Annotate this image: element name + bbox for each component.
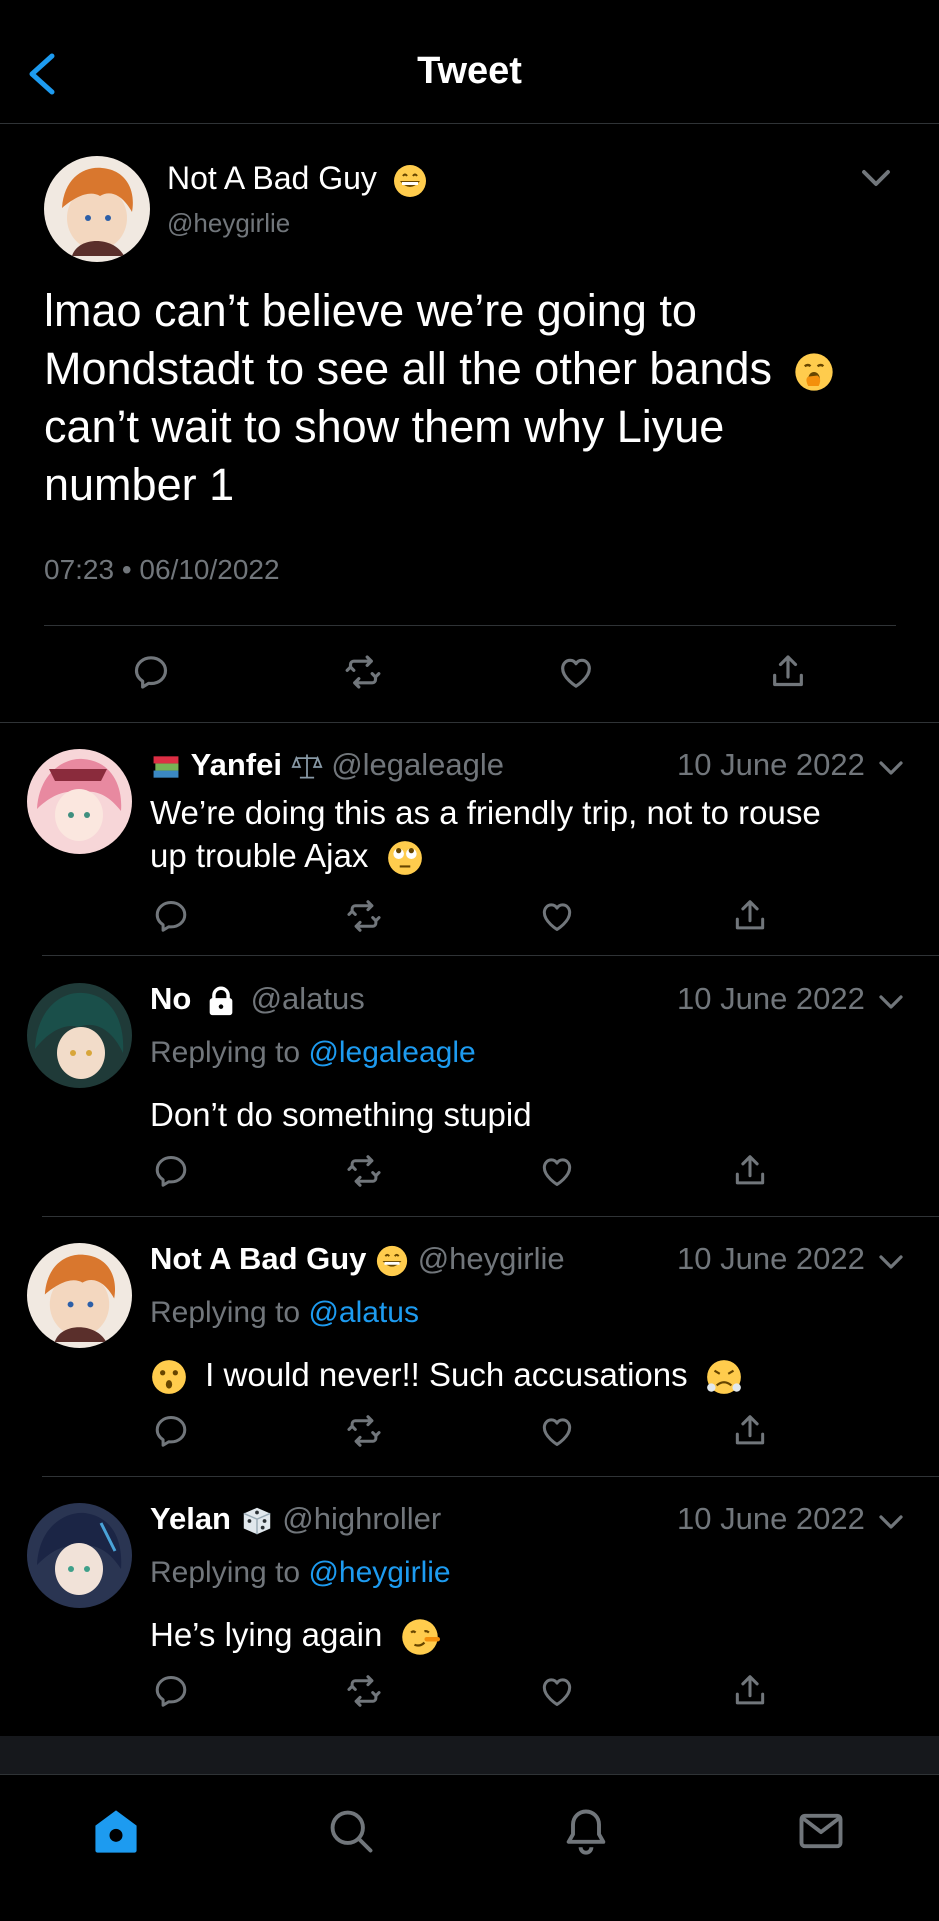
bell-icon[interactable] [560,1805,612,1857]
reply-text: I would never!! Such accusations [150,1353,910,1396]
reply-date: 10 June 2022 [677,1501,865,1536]
tweet-text: lmao can’t believe we’re going to Mondst… [44,282,904,514]
reply-meta: Not A Bad Guy @heygirlie [150,1241,565,1278]
reply-icon[interactable] [131,652,171,692]
mention-link[interactable]: @alatus [308,1296,419,1329]
replying-to: Replying to @legaleagle [150,1036,476,1069]
author-handle[interactable]: @legaleagle [331,747,504,782]
eye-roll-emoji-icon [387,841,422,876]
lying-face-emoji-icon [401,1619,440,1656]
yawn-emoji-icon [794,353,833,391]
avatar[interactable] [44,156,150,262]
reply-text: We’re doing this as a friendly trip, not… [150,791,910,877]
reply-meta: Yanfei @legaleagle [150,747,504,783]
avatar[interactable] [27,983,132,1088]
mention-link[interactable]: @legaleagle [308,1036,475,1069]
retweet-icon[interactable] [345,1412,385,1452]
top-bar: Tweet [0,0,939,124]
share-icon[interactable] [768,652,808,692]
divider [42,955,939,956]
scales-emoji-icon [291,754,323,779]
chevron-down-icon[interactable] [876,987,906,1022]
reply-icon[interactable] [152,1412,192,1452]
share-icon[interactable] [731,1412,771,1452]
author-name[interactable]: Not A Bad Guy [150,1241,366,1276]
author-handle[interactable]: @heygirlie [418,1241,565,1276]
divider [44,625,896,626]
share-icon[interactable] [731,897,771,937]
reply-tweet[interactable]: Yelan @highroller 10 June 2022 Replying … [0,1477,939,1736]
replying-to: Replying to @alatus [150,1296,419,1329]
lock-icon [209,986,233,1015]
reply-date: 10 June 2022 [677,747,865,782]
avatar[interactable] [27,1503,132,1608]
reply-date: 10 June 2022 [677,981,865,1016]
author-name[interactable]: Yanfei [191,747,282,782]
page-title: Tweet [417,50,522,92]
reply-tweet[interactable]: Yanfei @legaleagle 10 June 2022 We’re do… [0,723,939,956]
mention-link[interactable]: @heygirlie [308,1556,450,1589]
author-name[interactable]: Not A Bad Guy [167,160,428,199]
retweet-icon[interactable] [345,1152,385,1192]
like-icon[interactable] [538,897,578,937]
reply-tweet[interactable]: No @alatus 10 June 2022 Replying to @leg… [0,957,939,1217]
retweet-icon[interactable] [345,1672,385,1712]
grin-emoji-icon [376,1245,408,1276]
reply-meta: Yelan @highroller [150,1501,441,1538]
books-emoji-icon [153,756,179,778]
hushed-emoji-icon [152,1360,186,1395]
dice-emoji-icon [243,1507,271,1535]
like-icon[interactable] [538,1412,578,1452]
retweet-icon[interactable] [345,897,385,937]
main-tweet: Not A Bad Guy @heygirlie lmao can’t beli… [0,124,939,723]
author-handle[interactable]: @heygirlie [167,208,290,239]
chevron-down-icon[interactable] [876,753,906,788]
reply-tweet[interactable]: Not A Bad Guy @heygirlie 10 June 2022 Re… [0,1217,939,1477]
reply-icon[interactable] [152,897,192,937]
chevron-down-icon[interactable] [858,160,894,201]
like-icon[interactable] [538,1152,578,1192]
reply-text: He’s lying again [150,1613,910,1657]
retweet-icon[interactable] [343,652,383,692]
avatar[interactable] [27,749,132,854]
share-icon[interactable] [731,1672,771,1712]
reply-meta: No @alatus [150,981,365,1018]
bottom-tab-bar [0,1774,939,1921]
author-handle[interactable]: @highroller [282,1501,441,1536]
chevron-down-icon[interactable] [876,1507,906,1542]
reply-icon[interactable] [152,1152,192,1192]
footer-gap [0,1736,939,1774]
author-name[interactable]: Yelan [150,1501,231,1536]
author-name[interactable]: No [150,981,191,1016]
like-icon[interactable] [556,652,596,692]
triumph-emoji-icon [706,1360,741,1395]
reply-date: 10 June 2022 [677,1241,865,1276]
avatar[interactable] [27,1243,132,1348]
search-icon[interactable] [325,1805,377,1857]
mail-icon[interactable] [795,1805,847,1857]
author-handle[interactable]: @alatus [251,981,365,1016]
chevron-down-icon[interactable] [876,1247,906,1282]
tweet-timestamp: 07:23 • 06/10/2022 [44,554,280,585]
reply-text: Don’t do something stupid [150,1096,532,1133]
home-icon[interactable] [90,1805,142,1857]
like-icon[interactable] [538,1672,578,1712]
reply-icon[interactable] [152,1672,192,1712]
share-icon[interactable] [731,1152,771,1192]
grin-emoji-icon [393,164,426,197]
replying-to: Replying to @heygirlie [150,1556,451,1589]
